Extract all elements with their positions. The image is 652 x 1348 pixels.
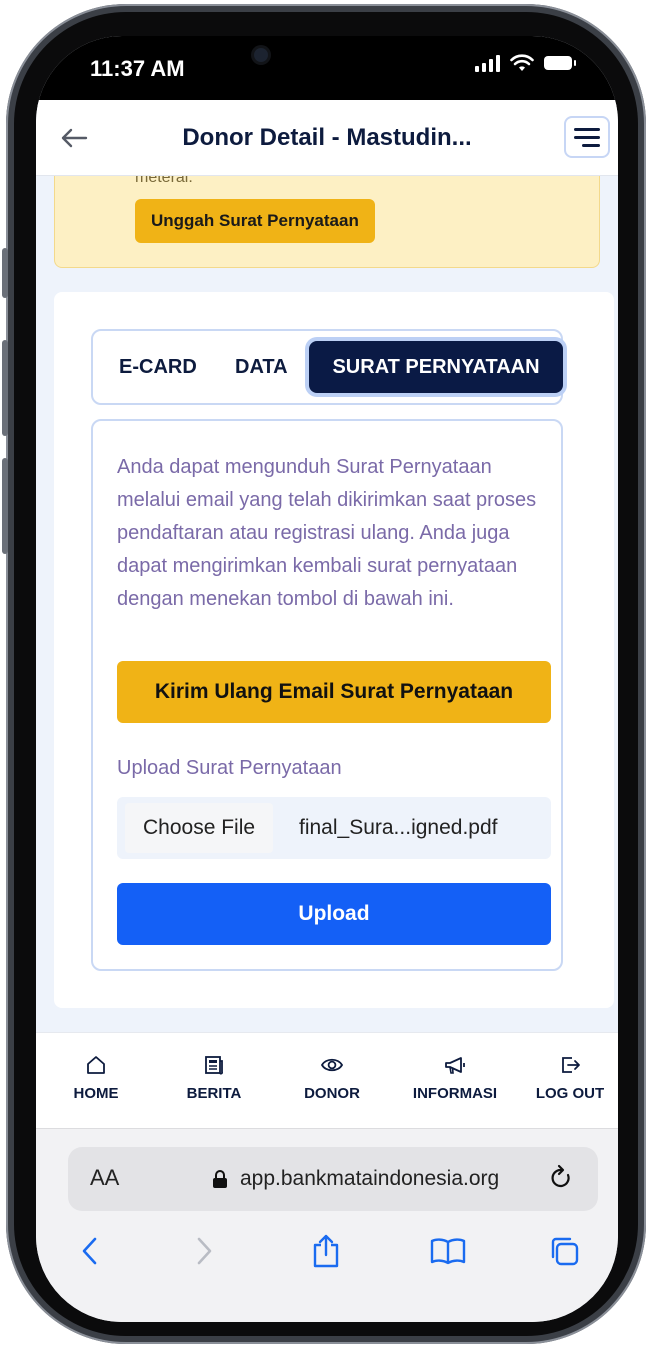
- tab-bar: E-CARD DATA SURAT PERNYATAAN: [91, 329, 563, 405]
- notice-text: meterai.: [135, 176, 193, 186]
- volume-down-button: [2, 458, 8, 554]
- bottom-nav: HOME BERITA DONOR INFORMASI LOG OUT: [36, 1032, 618, 1128]
- share-icon[interactable]: [306, 1231, 346, 1271]
- nav-item-informasi[interactable]: INFORMASI: [400, 1033, 510, 1129]
- eye-icon: [320, 1058, 344, 1072]
- bookmarks-icon[interactable]: [428, 1231, 468, 1271]
- nav-label-log-out: LOG OUT: [535, 1085, 605, 1102]
- nav-item-log-out[interactable]: LOG OUT: [528, 1033, 612, 1129]
- status-bar: 11:37 AM: [36, 36, 618, 100]
- browser-toolbar: [36, 1231, 618, 1291]
- nav-label-donor: DONOR: [304, 1085, 360, 1102]
- tab-surat-pernyataan[interactable]: SURAT PERNYATAAN: [309, 341, 563, 393]
- surat-pernyataan-panel: Anda dapat mengunduh Surat Pernyataan me…: [91, 419, 563, 971]
- page-title: Donor Detail - Mastudin...: [182, 124, 472, 151]
- battery-icon: [544, 56, 576, 70]
- browser-forward-icon[interactable]: [184, 1231, 224, 1271]
- tab-e-card[interactable]: E-CARD: [119, 341, 197, 393]
- volume-up-button: [2, 340, 8, 436]
- main-content: meterai. Unggah Surat Pernyataan E-CARD …: [36, 176, 618, 1032]
- upload-label: Upload Surat Pernyataan: [117, 757, 342, 779]
- browser-back-icon[interactable]: [70, 1231, 110, 1271]
- mute-switch: [2, 248, 8, 298]
- newspaper-icon: [205, 1056, 223, 1075]
- nav-label-informasi: INFORMASI: [412, 1085, 498, 1102]
- hamburger-menu-button[interactable]: [564, 116, 610, 158]
- tab-data[interactable]: DATA: [235, 341, 288, 393]
- front-camera: [254, 48, 268, 62]
- nav-item-home[interactable]: HOME: [58, 1033, 134, 1129]
- megaphone-icon: [445, 1057, 465, 1074]
- unggah-surat-pernyataan-button[interactable]: Unggah Surat Pernyataan: [135, 199, 375, 243]
- upload-notice-banner: meterai. Unggah Surat Pernyataan: [54, 176, 600, 268]
- selected-file-name: final_Sura...igned.pdf: [299, 816, 498, 839]
- wifi-icon: [510, 54, 534, 71]
- text-size-button[interactable]: AA: [90, 1165, 119, 1191]
- status-time: 11:37 AM: [90, 56, 185, 81]
- file-input[interactable]: Choose File final_Sura...igned.pdf: [117, 797, 551, 859]
- home-icon: [87, 1056, 105, 1074]
- phone-screen: 11:37 AM Donor Detail - Mastudin... mete…: [36, 36, 618, 1322]
- tabs-icon[interactable]: [544, 1231, 584, 1271]
- cellular-signal-icon: [475, 54, 500, 72]
- browser-chrome: AA app.bankmataindonesia.org: [36, 1128, 618, 1322]
- nav-label-home: HOME: [73, 1085, 119, 1102]
- document-card: E-CARD DATA SURAT PERNYATAAN Anda dapat …: [54, 292, 614, 1008]
- lock-icon: [213, 1170, 227, 1188]
- status-icons: [475, 54, 576, 72]
- upload-button[interactable]: Upload: [117, 883, 551, 945]
- panel-description: Anda dapat mengunduh Surat Pernyataan me…: [117, 456, 537, 610]
- choose-file-button[interactable]: Choose File: [125, 803, 274, 853]
- reload-icon[interactable]: [546, 1163, 576, 1193]
- app-header: Donor Detail - Mastudin...: [36, 100, 618, 176]
- resend-email-button[interactable]: Kirim Ulang Email Surat Pernyataan: [117, 661, 551, 723]
- address-bar[interactable]: AA app.bankmataindonesia.org: [68, 1147, 598, 1211]
- url-text: app.bankmataindonesia.org: [240, 1167, 500, 1190]
- nav-item-donor[interactable]: DONOR: [292, 1033, 372, 1129]
- logout-icon: [562, 1057, 580, 1073]
- nav-label-berita: BERITA: [186, 1085, 242, 1102]
- nav-item-berita[interactable]: BERITA: [174, 1033, 254, 1129]
